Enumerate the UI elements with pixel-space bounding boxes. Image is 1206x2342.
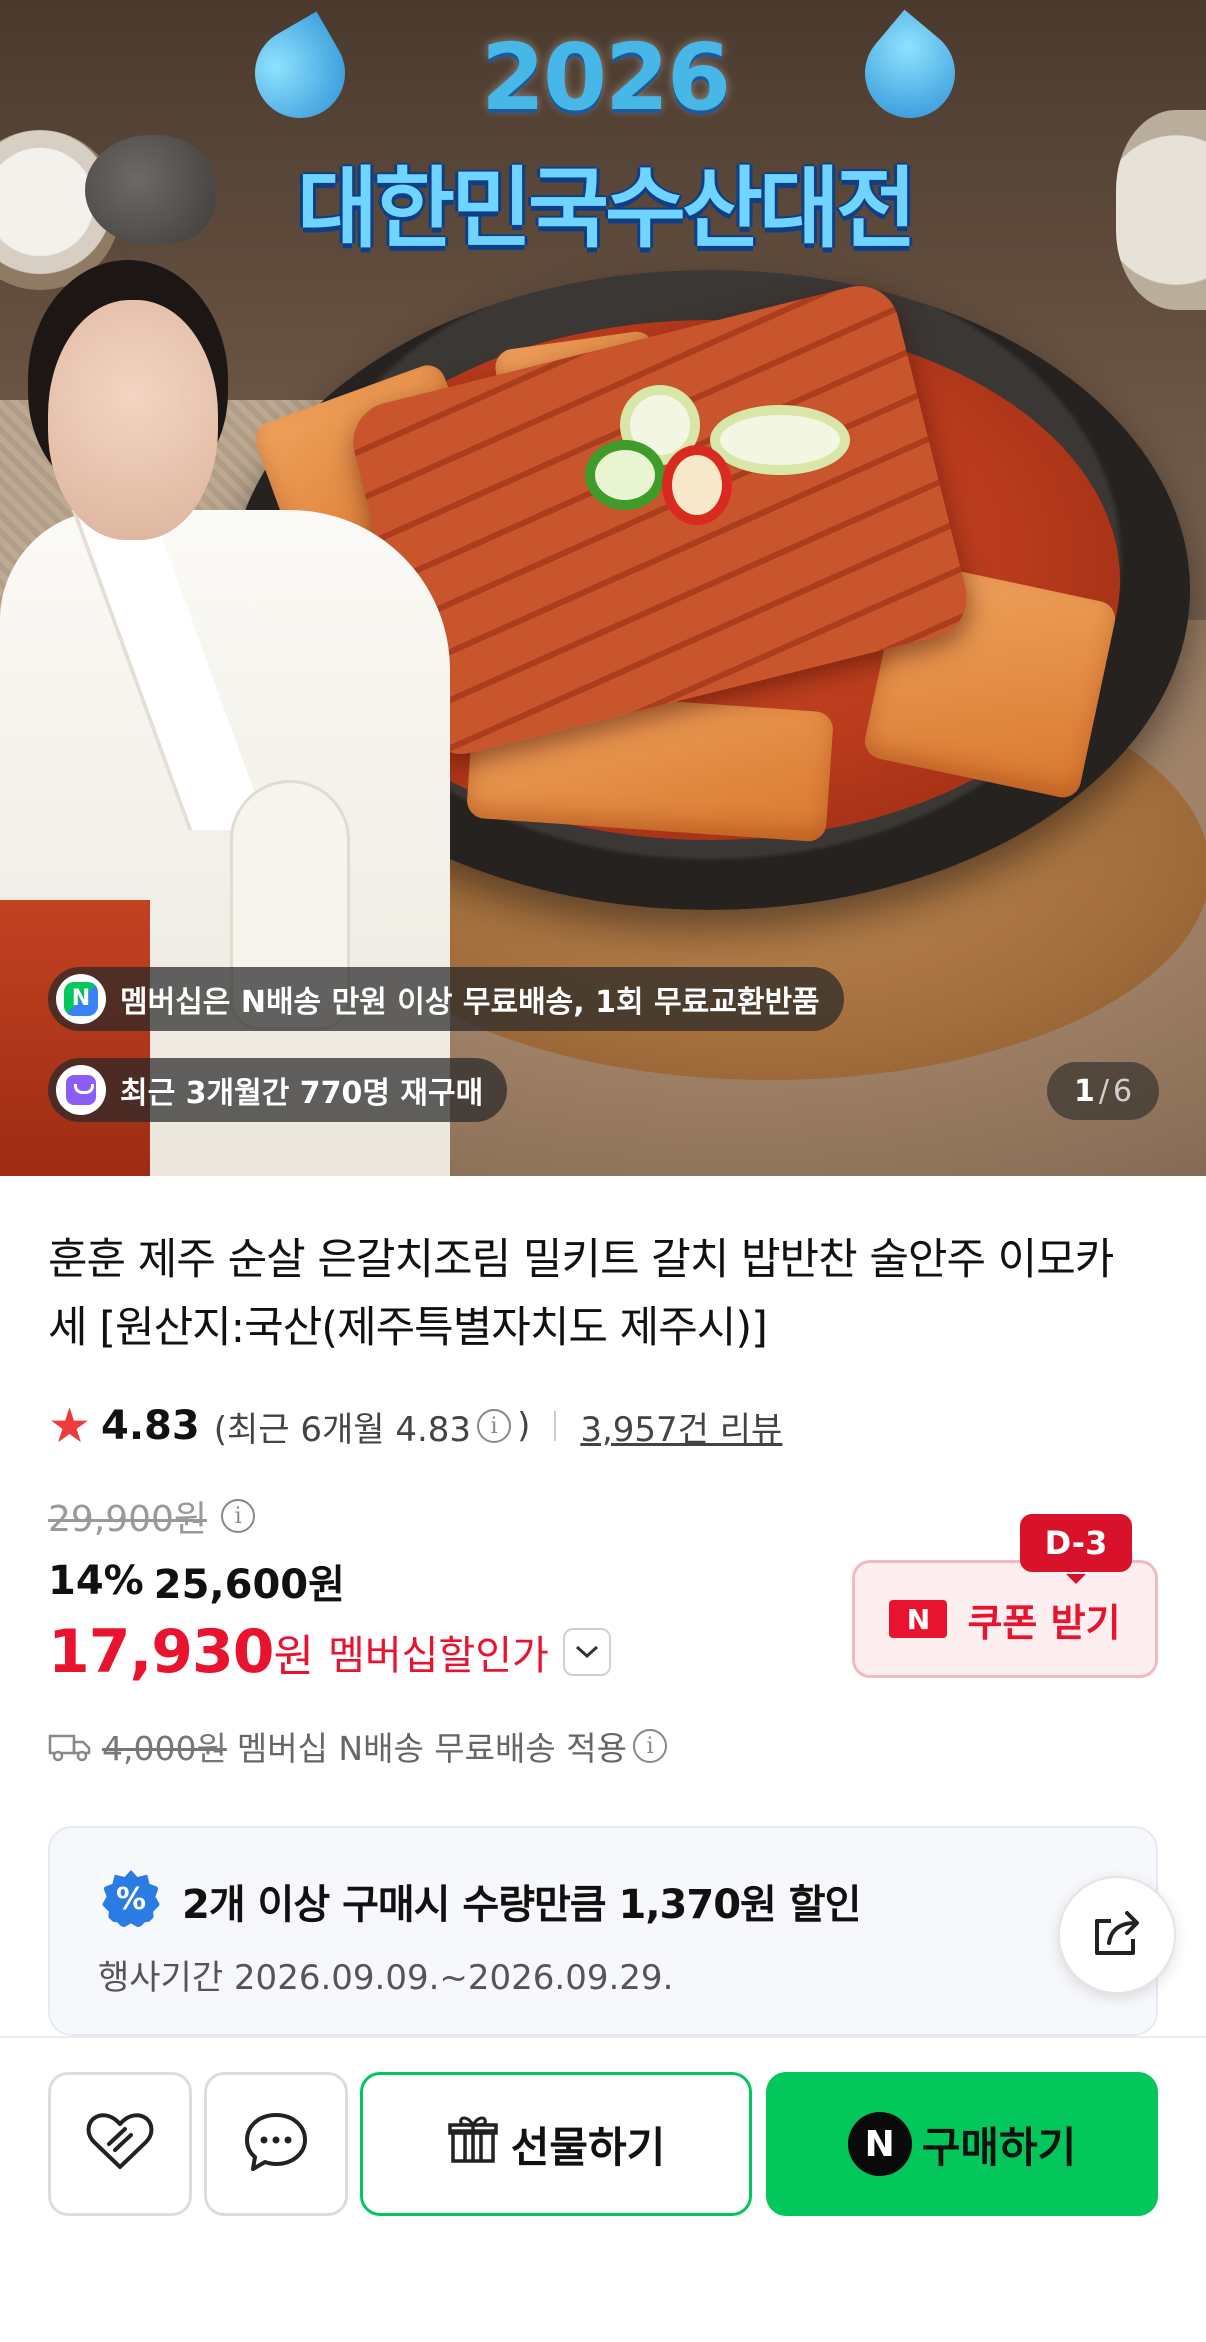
original-price: 29,900원 bbox=[48, 1499, 208, 1540]
dday-badge: D-3 bbox=[1020, 1514, 1132, 1584]
buy-label: 구매하기 bbox=[921, 2122, 1077, 2172]
naver-membership-icon: N bbox=[56, 974, 106, 1024]
naver-pay-icon: N bbox=[847, 2112, 912, 2176]
divider bbox=[554, 1411, 557, 1441]
coupon-label: 쿠폰 받기 bbox=[967, 1600, 1121, 1645]
green-pepper-slice bbox=[585, 440, 665, 510]
event-logo: 2026 대한민국수산대전 bbox=[238, 9, 974, 270]
repurchase-text: 최근 3개월간 770명 재구매 bbox=[120, 1076, 484, 1111]
shopping-bag-icon bbox=[56, 1065, 106, 1115]
page-separator: / bbox=[1098, 1073, 1109, 1109]
side-bowl bbox=[1116, 110, 1206, 310]
discount-price: 25,600원 bbox=[153, 1562, 345, 1608]
event-title: 대한민국수산대전 bbox=[297, 157, 917, 260]
membership-shipping-badge: N 멤버십은 N배송 만원 이상 무료배송, 1회 무료교환반품 bbox=[48, 967, 844, 1031]
discount-row: 14% 25,600원 bbox=[48, 1553, 345, 1609]
current-page: 1 bbox=[1073, 1073, 1095, 1109]
percent-icon: % bbox=[102, 1870, 160, 1928]
event-year: 2026 bbox=[480, 24, 731, 131]
product-image-carousel[interactable]: 2026 대한민국수산대전 N 멤버십은 N배송 만원 이상 무료배송, 1회 … bbox=[0, 0, 1206, 1176]
chat-bubble-icon bbox=[243, 2111, 309, 2177]
coupon-button[interactable]: N 쿠폰 받기 bbox=[852, 1560, 1158, 1678]
share-button[interactable] bbox=[1058, 1876, 1176, 1994]
rating-row: ★ 4.83 (최근 6개월 4.83 i ) 3,957건 리뷰 bbox=[48, 1398, 782, 1454]
heart-icon bbox=[85, 2111, 155, 2177]
review-count-link[interactable]: 3,957건 리뷰 bbox=[580, 1402, 782, 1451]
red-pepper-slice bbox=[662, 445, 732, 525]
share-icon bbox=[1089, 1907, 1145, 1963]
green-onion-slice bbox=[710, 405, 850, 475]
buy-button[interactable]: N 구매하기 bbox=[766, 2072, 1158, 2216]
promotion-card[interactable]: % 2개 이상 구매시 수량만큼 1,370원 할인 행사기간 2026.09.… bbox=[48, 1826, 1158, 2036]
image-page-indicator: 1 / 6 bbox=[1047, 1062, 1159, 1120]
repurchase-badge: 최근 3개월간 770명 재구매 bbox=[48, 1058, 508, 1122]
gift-label: 선물하기 bbox=[510, 2122, 666, 2172]
membership-price: 17,930 bbox=[48, 1617, 275, 1687]
naver-n-icon: N bbox=[889, 1600, 948, 1638]
info-icon[interactable]: i bbox=[477, 1409, 512, 1443]
gift-icon bbox=[447, 2113, 499, 2175]
shipping-row: 4,000원 멤버십 N배송 무료배송 적용 i bbox=[48, 1718, 673, 1774]
shipping-text: 멤버십 N배송 무료배송 적용 bbox=[236, 1729, 627, 1768]
rating-score: 4.83 bbox=[101, 1403, 200, 1449]
gift-button[interactable]: 선물하기 bbox=[360, 2072, 752, 2216]
promotion-title: 2개 이상 구매시 수량만큼 1,370원 할인 bbox=[182, 1882, 861, 1928]
membership-price-label: 멤버십할인가 bbox=[328, 1633, 549, 1679]
product-title: 훈훈 제주 순살 은갈치조림 밀키트 갈치 밥반찬 술안주 이모카세 [원산지:… bbox=[48, 1235, 1114, 1353]
shipping-fee: 4,000원 bbox=[102, 1729, 227, 1768]
membership-shipping-text: 멤버십은 N배송 만원 이상 무료배송, 1회 무료교환반품 bbox=[120, 985, 820, 1020]
wishlist-button[interactable] bbox=[48, 2072, 192, 2216]
promotion-period: 행사기간 2026.09.09.~2026.09.29. bbox=[98, 1958, 674, 1998]
membership-price-row: 17,930 원 멤버십할인가 bbox=[48, 1612, 611, 1692]
stone-decoration bbox=[85, 135, 215, 245]
truck-icon bbox=[48, 1731, 92, 1762]
shipping-info-icon[interactable]: i bbox=[632, 1729, 667, 1763]
price-info-icon[interactable]: i bbox=[221, 1499, 256, 1533]
bottom-action-bar: 선물하기 N 구매하기 bbox=[0, 2036, 1206, 2342]
original-price-row: 29,900원 i bbox=[48, 1488, 261, 1544]
discount-percent: 14% bbox=[48, 1558, 144, 1604]
star-icon: ★ bbox=[48, 1398, 92, 1454]
chat-button[interactable] bbox=[204, 2072, 348, 2216]
membership-price-currency: 원 bbox=[273, 1631, 315, 1682]
total-pages: 6 bbox=[1112, 1073, 1133, 1109]
chevron-down-icon[interactable] bbox=[562, 1628, 611, 1676]
chef-portrait bbox=[0, 260, 460, 1176]
recent-rating-close: ) bbox=[517, 1406, 531, 1446]
recent-rating: (최근 6개월 4.83 bbox=[213, 1409, 472, 1450]
face bbox=[48, 300, 218, 540]
hanbok-skirt bbox=[0, 900, 150, 1176]
